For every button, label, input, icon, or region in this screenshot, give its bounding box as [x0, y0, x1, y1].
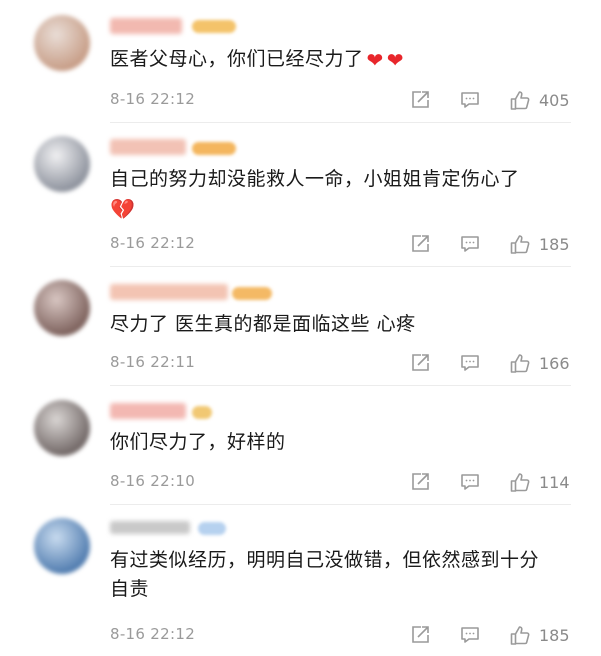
comment-time: 8-16 22:12	[110, 234, 196, 252]
comment-time: 8-16 22:11	[110, 353, 196, 371]
member-badge-icon	[192, 142, 236, 155]
reply-icon[interactable]	[459, 89, 481, 111]
like-icon[interactable]	[509, 352, 531, 374]
username-blurred[interactable]	[110, 18, 182, 34]
comment-time: 8-16 22:10	[110, 472, 196, 490]
avatar[interactable]	[34, 136, 90, 192]
comment-list: 医者父母心，你们已经尽力了 ❤ ❤ 8-16 22:12 405 自己的努力却没能救…	[0, 0, 601, 656]
comment-text: 有过类似经历，明明自己没做错，但依然感到十分自责	[110, 549, 540, 600]
member-badge-icon	[232, 287, 272, 300]
comment-meta: 8-16 22:12 185	[110, 623, 571, 647]
comment-time: 8-16 22:12	[110, 625, 196, 643]
like-icon[interactable]	[509, 233, 531, 255]
like-count: 166	[539, 353, 570, 373]
username-blurred[interactable]	[110, 139, 186, 155]
comment-actions: 114	[381, 470, 571, 494]
like-icon[interactable]	[509, 471, 531, 493]
comment-meta: 8-16 22:11 166	[110, 351, 571, 375]
comment-meta: 8-16 22:12 405	[110, 88, 571, 112]
heart-emoji-icon: ❤	[366, 48, 384, 72]
like-count: 185	[539, 625, 570, 645]
member-badge-icon	[192, 20, 236, 33]
comment-time: 8-16 22:12	[110, 90, 196, 108]
reply-icon[interactable]	[459, 233, 481, 255]
like-count: 405	[539, 90, 570, 110]
username-blurred[interactable]	[110, 403, 186, 419]
like-count: 114	[539, 472, 570, 492]
comment-actions: 166	[381, 351, 571, 375]
avatar[interactable]	[34, 518, 90, 574]
share-icon[interactable]	[409, 471, 431, 493]
heart-emoji-icon: ❤	[386, 48, 405, 72]
reply-icon[interactable]	[459, 471, 481, 493]
comment-text: 你们尽力了，好样的	[110, 431, 286, 453]
like-icon[interactable]	[509, 624, 531, 646]
avatar[interactable]	[34, 280, 90, 336]
avatar[interactable]	[34, 15, 90, 71]
divider	[110, 504, 571, 505]
member-badge-icon	[198, 522, 226, 535]
broken-heart-emoji-icon: 💔	[110, 197, 136, 221]
share-icon[interactable]	[409, 624, 431, 646]
comment-text: 尽力了 医生真的都是面临这些 心疼	[110, 313, 416, 335]
comment-actions: 405	[381, 88, 571, 112]
member-badge-icon	[192, 406, 212, 419]
username-blurred[interactable]	[110, 284, 228, 300]
username-blurred[interactable]	[110, 521, 190, 534]
comment-meta: 8-16 22:12 185	[110, 232, 571, 256]
share-icon[interactable]	[409, 233, 431, 255]
like-count: 185	[539, 234, 570, 254]
comment-actions: 185	[381, 232, 571, 256]
reply-icon[interactable]	[459, 352, 481, 374]
comment-text: 自己的努力却没能救人一命，小姐姐肯定伤心了 💔	[110, 168, 520, 221]
comment-actions: 185	[381, 623, 571, 647]
divider	[110, 266, 571, 267]
share-icon[interactable]	[409, 352, 431, 374]
reply-icon[interactable]	[459, 624, 481, 646]
divider	[110, 122, 571, 123]
like-icon[interactable]	[509, 89, 531, 111]
avatar[interactable]	[34, 400, 90, 456]
comment-text: 医者父母心，你们已经尽力了 ❤ ❤	[110, 48, 405, 72]
share-icon[interactable]	[409, 89, 431, 111]
divider	[110, 385, 571, 386]
comment-meta: 8-16 22:10 114	[110, 470, 571, 494]
